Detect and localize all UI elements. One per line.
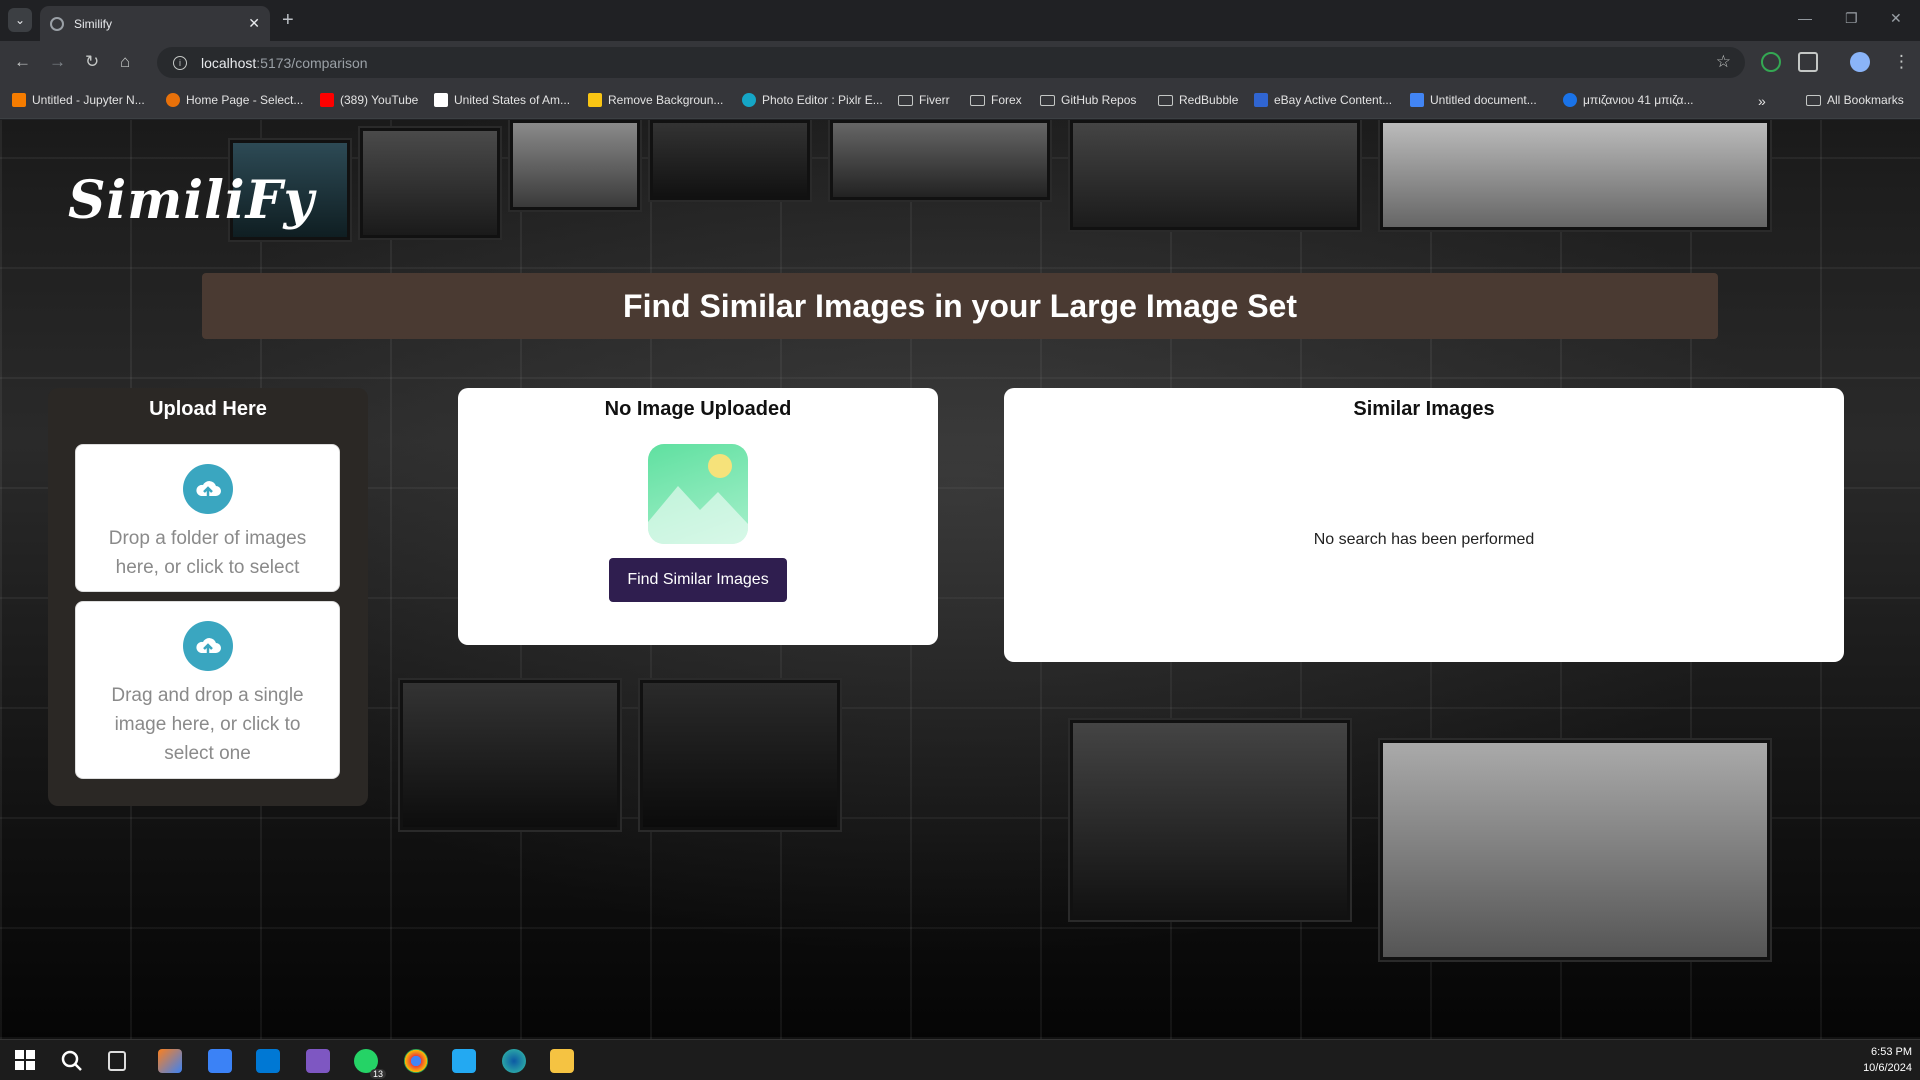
more-bookmarks-chevron-icon[interactable]: » [1758, 93, 1766, 109]
system-clock[interactable]: 6:53 PM 10/6/2024 [1863, 1044, 1912, 1076]
bookmark-item[interactable]: eBay Active Content... [1254, 93, 1392, 107]
find-similar-button[interactable]: Find Similar Images [609, 558, 787, 602]
page-title: Find Similar Images in your Large Image … [623, 287, 1297, 324]
bookmark-item[interactable]: (389) YouTube [320, 93, 418, 107]
bookmark-item[interactable]: Untitled - Jupyter N... [12, 93, 145, 107]
file-explorer-icon[interactable] [550, 1049, 574, 1073]
reload-icon[interactable]: ↻ [85, 52, 99, 72]
ebay-icon [1254, 93, 1268, 107]
edge-icon[interactable] [502, 1049, 526, 1073]
bookmark-folder[interactable]: Forex [970, 93, 1022, 107]
chrome-icon[interactable] [404, 1049, 428, 1073]
close-tab-icon[interactable]: ✕ [248, 15, 260, 32]
new-tab-button[interactable]: + [282, 9, 294, 31]
tab-title: Similify [74, 16, 112, 31]
bookmark-item[interactable]: United States of Am... [434, 93, 570, 107]
remove-bg-icon [588, 93, 602, 107]
folder-dropzone[interactable]: Drop a folder of images here, or click t… [75, 444, 340, 592]
profile-avatar[interactable] [1850, 52, 1870, 72]
menu-kebab-icon[interactable]: ⋮ [1893, 52, 1910, 72]
results-panel: Similar Images No search has been perfor… [1004, 388, 1844, 662]
windows-start-icon[interactable] [14, 1049, 38, 1073]
grammarly-extension-icon[interactable] [1761, 52, 1781, 72]
upload-heading: Upload Here [149, 398, 267, 420]
vscode-icon[interactable] [452, 1049, 476, 1073]
preview-heading: No Image Uploaded [604, 398, 792, 420]
pixlr-icon [742, 93, 756, 107]
app-logo[interactable]: SimiliFy [68, 170, 315, 231]
bookmark-item[interactable]: μπιζανιου 41 μπιζα... [1563, 93, 1694, 107]
single-dropzone-text: Drag and drop a single image here, or cl… [111, 685, 304, 764]
whatsapp-badge: 13 [369, 1069, 386, 1079]
windows-taskbar: 13 6:53 PM 10/6/2024 [0, 1039, 1920, 1080]
jupyter-icon [12, 93, 26, 107]
folder-icon [1158, 94, 1173, 106]
tab-list-chevron-icon[interactable]: ⌄ [8, 8, 32, 32]
all-bookmarks[interactable]: All Bookmarks [1806, 93, 1904, 107]
youtube-icon [320, 93, 334, 107]
forward-arrow-icon[interactable]: → [49, 52, 66, 72]
visual-studio-icon[interactable] [306, 1049, 330, 1073]
cloud-upload-icon [182, 621, 233, 671]
page-icon [434, 93, 448, 107]
results-heading: Similar Images [1353, 398, 1495, 420]
bookmark-star-icon[interactable]: ☆ [1716, 52, 1731, 72]
address-bar[interactable]: i localhost:5173/comparison ☆ [157, 47, 1745, 78]
intellij-icon[interactable] [158, 1049, 182, 1073]
folder-icon [1806, 94, 1821, 106]
page-viewport: SimiliFy Find Similar Images in your Lar… [0, 120, 1920, 1039]
folder-icon [970, 94, 985, 106]
home-icon[interactable]: ⌂ [120, 52, 130, 72]
search-icon[interactable] [60, 1049, 84, 1073]
bookmarks-bar: Untitled - Jupyter N... Home Page - Sele… [0, 84, 1920, 119]
task-view-icon[interactable] [108, 1051, 126, 1071]
bookmark-item[interactable]: Home Page - Select... [166, 93, 303, 107]
clock-date: 10/6/2024 [1863, 1062, 1912, 1074]
results-empty-message: No search has been performed [1313, 531, 1535, 548]
extensions-puzzle-icon[interactable] [1798, 52, 1818, 72]
bookmark-item[interactable]: Remove Backgroun... [588, 93, 723, 107]
folder-icon [898, 94, 913, 106]
back-arrow-icon[interactable]: ← [14, 52, 31, 72]
preview-panel: No Image Uploaded Find Similar Images [458, 388, 938, 645]
bookmark-folder[interactable]: Fiverr [898, 93, 950, 107]
restore-icon[interactable]: ❐ [1845, 10, 1858, 27]
browser-toolbar: ← → ↻ ⌂ i localhost:5173/comparison ☆ ⋮ [0, 41, 1920, 84]
google-docs-icon [1410, 93, 1424, 107]
page-banner: Find Similar Images in your Large Image … [202, 273, 1718, 339]
cloud-upload-icon [182, 464, 233, 514]
bookmark-folder[interactable]: GitHub Repos [1040, 93, 1136, 107]
site-icon [1563, 93, 1577, 107]
folder-dropzone-text: Drop a folder of images here, or click t… [108, 528, 307, 578]
bookmark-item[interactable]: Photo Editor : Pixlr E... [742, 93, 883, 107]
bookmark-item[interactable]: Untitled document... [1410, 93, 1537, 107]
image-placeholder-icon [648, 444, 748, 544]
whatsapp-icon[interactable]: 13 [354, 1049, 386, 1079]
store-icon[interactable] [208, 1049, 232, 1073]
browser-tab-bar: ⌄ Similify ✕ + — ❐ ✕ [0, 0, 1920, 41]
globe-icon [50, 16, 64, 31]
browser-tab[interactable]: Similify ✕ [40, 6, 270, 41]
clock-time: 6:53 PM [1871, 1046, 1912, 1058]
folder-icon [1040, 94, 1055, 106]
single-image-dropzone[interactable]: Drag and drop a single image here, or cl… [75, 601, 340, 779]
url-path: :5173/comparison [256, 54, 368, 71]
mail-icon[interactable] [256, 1049, 280, 1073]
upload-panel: Upload Here Drop a folder of images here… [48, 388, 368, 806]
minimize-icon[interactable]: — [1798, 10, 1812, 26]
site-info-icon[interactable]: i [173, 55, 187, 70]
url-host: localhost [201, 54, 257, 71]
close-window-icon[interactable]: ✕ [1890, 10, 1902, 27]
select-icon [166, 93, 180, 107]
bookmark-folder[interactable]: RedBubble [1158, 93, 1238, 107]
